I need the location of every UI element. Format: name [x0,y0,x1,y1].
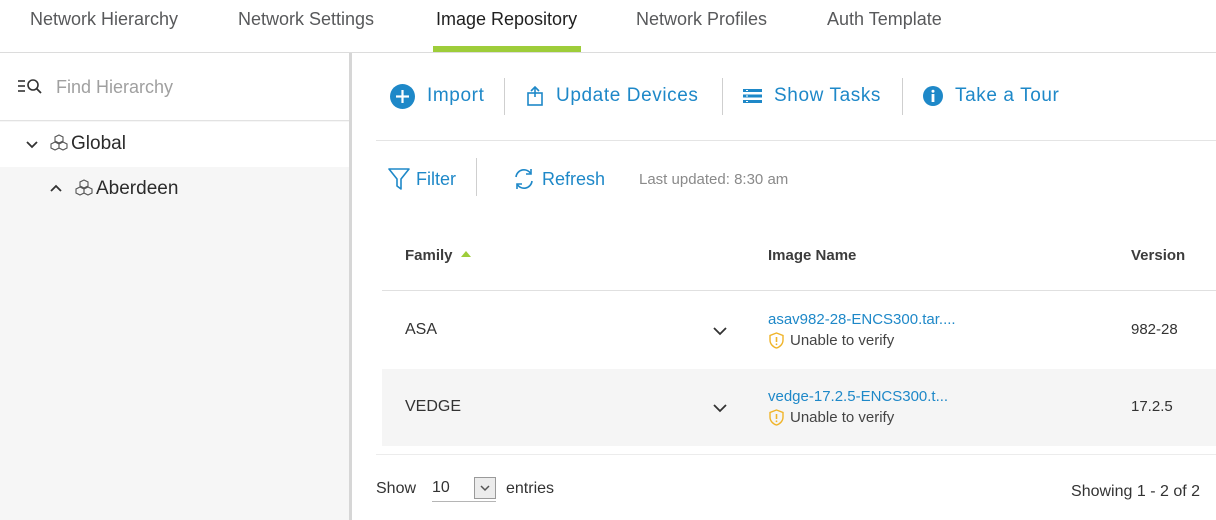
tree-item-global[interactable]: Global [0,122,349,167]
import-button[interactable]: Import [390,78,484,114]
filter-button[interactable]: Filter [388,165,456,193]
chevron-up-icon[interactable] [48,181,64,197]
filter-divider [476,158,477,196]
table-header: Family Image Name Version [382,221,1216,291]
show-entries-label: Show [376,480,417,497]
task-list-icon [743,89,762,103]
chevron-down-icon[interactable] [712,324,728,338]
show-tasks-label: Show Tasks [774,85,882,106]
chevron-down-icon[interactable] [712,401,728,415]
funnel-icon [388,168,410,190]
site-cubes-icon [50,134,68,151]
verify-status-label: Unable to verify [790,332,895,349]
tree-item-aberdeen[interactable]: Aberdeen [0,167,349,212]
find-hierarchy-input[interactable] [56,73,336,101]
tab-image-repository[interactable]: Image Repository [432,0,582,52]
tab-network-hierarchy[interactable]: Network Hierarchy [30,0,178,52]
image-name-link[interactable]: vedge-17.2.5-ENCS300.t... [768,388,948,405]
refresh-icon [515,169,533,189]
toolbar-divider [902,78,903,115]
dropdown-arrow-icon[interactable] [474,477,496,499]
show-tasks-button[interactable]: Show Tasks [743,78,881,114]
find-hierarchy-bar [0,53,349,121]
search-list-icon [18,79,42,94]
sort-ascending-icon [460,251,471,257]
refresh-button[interactable]: Refresh [512,165,605,193]
column-header-family[interactable]: Family [405,247,471,264]
entries-per-page-value: 10 [432,479,450,496]
chevron-down-icon[interactable] [24,136,40,152]
column-header-label: Family [405,247,453,264]
pagination-summary: Showing 1 - 2 of 2 [1071,483,1200,500]
update-devices-button[interactable]: Update Devices [526,78,699,114]
image-name-link[interactable]: asav982-28-ENCS300.tar.... [768,311,956,328]
take-a-tour-button[interactable]: Take a Tour [923,78,1059,114]
family-cell: VEDGE [405,398,462,415]
hierarchy-sidebar: Global Aberdeen [0,53,349,520]
entries-label: entries [506,480,555,497]
info-circle-icon [923,86,943,106]
tab-network-settings[interactable]: Network Settings [238,0,374,52]
family-cell: ASA [405,321,438,338]
tab-network-profiles[interactable]: Network Profiles [636,0,767,52]
upload-icon [527,86,543,106]
refresh-label: Refresh [542,168,606,189]
plus-circle-icon [390,83,415,109]
table-row[interactable]: ASA asav982-28-ENCS300.tar.... Unable to… [382,292,1216,369]
action-toolbar: Import Update Devices Show Tasks Take a … [376,53,1216,141]
column-header-image-name[interactable]: Image Name [768,247,856,264]
tab-auth-template[interactable]: Auth Template [827,0,942,52]
entries-per-page-select[interactable]: 10 [432,475,496,502]
top-tab-bar: Network Hierarchy Network Settings Image… [0,0,1216,53]
image-repository-panel: Import Update Devices Show Tasks Take a … [352,53,1216,520]
filter-label: Filter [416,168,456,189]
verify-status-label: Unable to verify [790,409,895,426]
version-cell: 17.2.5 [1131,398,1173,415]
update-devices-label: Update Devices [556,85,699,106]
table-footer-divider [376,454,1216,455]
last-updated-text: Last updated: 8:30 am [639,171,789,188]
column-header-version[interactable]: Version [1131,247,1185,264]
warning-shield-icon [769,409,784,426]
verify-status: Unable to verify [768,409,894,426]
filter-bar: Filter Refresh Last updated: 8:30 am [376,141,1216,221]
toolbar-divider [722,78,723,115]
table-row[interactable]: VEDGE vedge-17.2.5-ENCS300.t... Unable t… [382,369,1216,446]
import-label: Import [427,85,485,106]
warning-shield-icon [769,332,784,349]
version-cell: 982-28 [1131,321,1178,338]
take-a-tour-label: Take a Tour [955,85,1060,106]
site-cubes-icon [75,179,93,196]
tree-label-global: Global [71,133,126,154]
toolbar-divider [504,78,505,115]
verify-status: Unable to verify [768,332,894,349]
tree-label-aberdeen: Aberdeen [96,178,179,199]
